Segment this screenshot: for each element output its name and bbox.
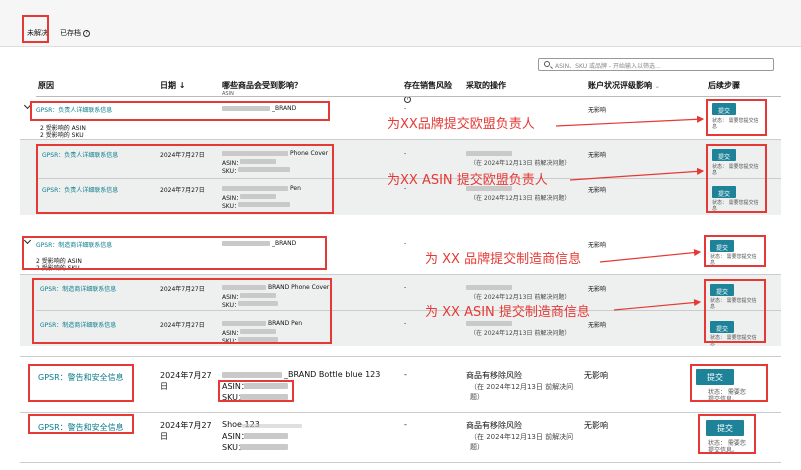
annotation-arrow [569, 167, 705, 181]
annotation-arrows [555, 115, 705, 311]
annotation-arrow [599, 249, 702, 263]
annotation-arrow [555, 115, 705, 127]
annotation-arrow [613, 298, 702, 311]
